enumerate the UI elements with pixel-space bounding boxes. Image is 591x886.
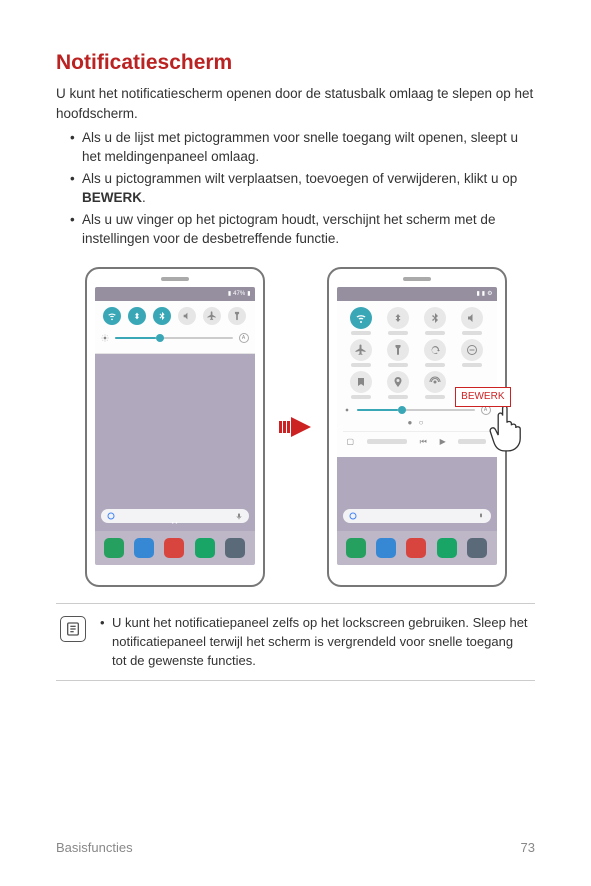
dnd-icon [461, 339, 483, 361]
instruction-item: Als u de lijst met pictogrammen voor sne… [70, 128, 535, 167]
bewerk-callout: BEWERK [455, 387, 510, 408]
panel-page-dots: ● ○ [343, 417, 491, 429]
gallery-app-icon [437, 538, 457, 558]
sound-icon [178, 307, 196, 325]
app-dock [337, 531, 497, 565]
signal-icon: ▮ [476, 290, 479, 299]
bluetooth-icon [153, 307, 171, 325]
apps-icon [225, 538, 245, 558]
note-text: U kunt het notificatiepaneel zelfs op he… [100, 614, 531, 671]
camera-app-icon [406, 538, 426, 558]
footer-section: Basisfuncties [56, 839, 133, 858]
wifi-icon [103, 307, 121, 325]
nfc-icon [350, 371, 372, 393]
status-bar: ▮ ▮ ⚙ [337, 287, 497, 301]
phone-mockup-collapsed: ▮ 47% ▮ A [85, 267, 265, 587]
quick-panel-collapsed: A [95, 301, 255, 354]
arrow-icon [279, 415, 313, 439]
airplane-icon [350, 339, 372, 361]
wifi-icon [350, 307, 372, 329]
section-heading: Notificatiescherm [56, 48, 535, 78]
auto-brightness-icon: A [239, 333, 249, 343]
battery-icon: ▮ [482, 290, 485, 299]
media-play-icon: ▶ [440, 436, 446, 448]
messages-app-icon [376, 538, 396, 558]
note-icon [60, 616, 86, 642]
battery-icon: ▮ [247, 290, 250, 299]
rotation-icon [424, 339, 446, 361]
bluetooth-icon [424, 307, 446, 329]
page-indicator: • • [95, 520, 255, 529]
instruction-list: Als u de lijst met pictogrammen voor sne… [56, 128, 535, 249]
text: . [142, 190, 146, 205]
camera-app-icon [164, 538, 184, 558]
data-icon [387, 307, 409, 329]
airplane-icon [203, 307, 221, 325]
apps-icon [467, 538, 487, 558]
settings-gear-icon: ⚙ [487, 290, 492, 299]
app-dock [95, 531, 255, 565]
mic-icon [235, 512, 243, 520]
page-footer: Basisfuncties 73 [56, 839, 535, 858]
sound-icon [461, 307, 483, 329]
instruction-item: Als u pictogrammen wilt verplaatsen, toe… [70, 169, 535, 208]
phone-app-icon [346, 538, 366, 558]
hand-pointer-icon [485, 401, 529, 455]
flashlight-icon [387, 339, 409, 361]
phone-mockup-expanded: ▮ ▮ ⚙ [327, 267, 507, 587]
media-prev-icon: ⏮ [420, 436, 427, 448]
google-icon [349, 512, 357, 520]
page-number: 73 [521, 839, 535, 858]
gallery-app-icon [195, 538, 215, 558]
location-icon [387, 371, 409, 393]
note-box: U kunt het notificatiepaneel zelfs op he… [56, 603, 535, 682]
messages-app-icon [134, 538, 154, 558]
brightness-icon [101, 334, 109, 342]
battery-percent: 47% [233, 290, 245, 299]
figure-row: ▮ 47% ▮ A [56, 267, 535, 587]
status-bar: ▮ 47% ▮ [95, 287, 255, 301]
quick-panel-expanded: A ● ○ ▢ ⏮ ▶ [337, 301, 497, 457]
instruction-item: Als u uw vinger op het pictogram houdt, … [70, 210, 535, 249]
brightness-slider: A [101, 333, 249, 343]
data-icon [128, 307, 146, 325]
qslide-icon: ▢ [347, 436, 355, 448]
bewerk-keyword: BEWERK [82, 190, 142, 205]
signal-icon: ▮ [228, 290, 231, 299]
search-bar [343, 509, 491, 523]
google-icon [107, 512, 115, 520]
flashlight-icon [228, 307, 246, 325]
mic-icon [477, 512, 485, 520]
hotspot-icon [424, 371, 446, 393]
brightness-icon [343, 406, 351, 414]
phone-app-icon [104, 538, 124, 558]
text: Als u pictogrammen wilt verplaatsen, toe… [82, 171, 517, 186]
media-controls: ▢ ⏮ ▶ [343, 431, 491, 452]
intro-paragraph: U kunt het notificatiescherm openen door… [56, 84, 535, 123]
